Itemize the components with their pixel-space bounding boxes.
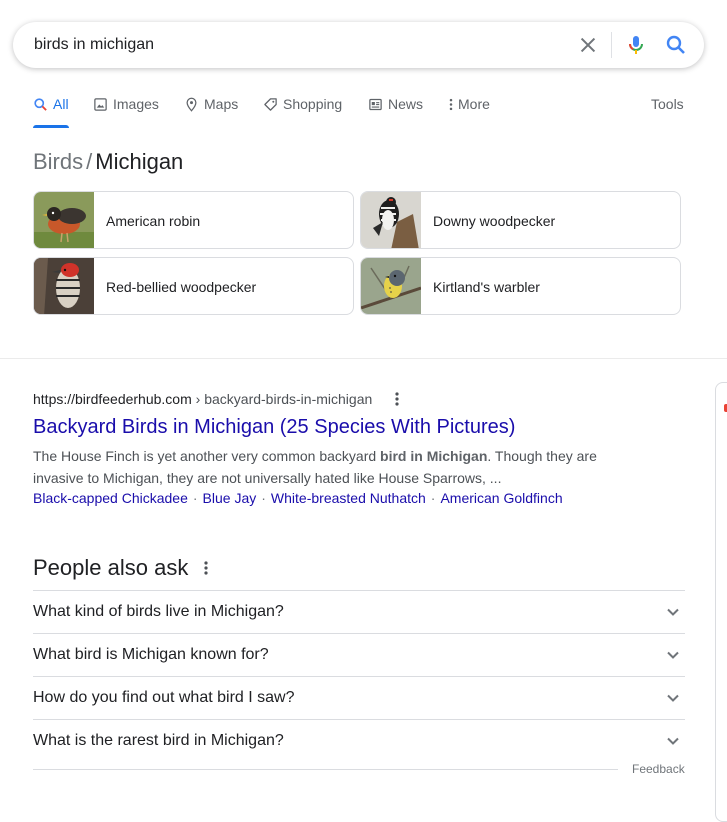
tools-button[interactable]: Tools — [651, 96, 684, 112]
tab-more[interactable]: More — [448, 96, 490, 112]
vertical-dots-icon[interactable] — [390, 390, 404, 408]
chevron-down-icon — [667, 608, 679, 616]
sitelink-separator: · — [430, 490, 436, 506]
red-bellied-woodpecker-thumbnail — [34, 258, 94, 314]
breadcrumb: Birds / Michigan — [33, 149, 183, 175]
result-title-link[interactable]: Backyard Birds in Michigan (25 Species W… — [33, 416, 515, 439]
clear-icon[interactable] — [577, 34, 599, 56]
result-url[interactable]: https://birdfeederhub.com › backyard-bir… — [33, 391, 372, 407]
search-separator — [611, 32, 612, 58]
side-panel — [715, 382, 727, 822]
american-robin-thumbnail — [34, 192, 94, 248]
question-item[interactable]: What is the rarest bird in Michigan? — [33, 719, 685, 762]
question-item[interactable]: What kind of birds live in Michigan? — [33, 590, 685, 633]
bird-card-label: Downy woodpecker — [433, 213, 556, 229]
search-input[interactable]: birds in michigan — [34, 36, 154, 54]
search-tabs: All Images Maps Shopping News More Tools — [0, 90, 727, 130]
sitelink[interactable]: Black-capped Chickadee — [33, 490, 188, 506]
bird-card-kirtlands-warbler[interactable]: Kirtland's warbler — [360, 257, 681, 315]
snippet-highlight: bird in Michigan — [380, 448, 488, 464]
people-also-ask-divider — [33, 769, 618, 770]
tab-label: Shopping — [283, 96, 343, 112]
result-url-host: https://birdfeederhub.com — [33, 391, 192, 407]
news-icon — [369, 98, 382, 110]
tab-images[interactable]: Images — [93, 96, 159, 112]
kirtlands-warbler-thumbnail — [361, 258, 421, 314]
map-pin-icon — [186, 97, 197, 112]
people-also-ask-list: What kind of birds live in Michigan? Wha… — [33, 590, 685, 762]
sitelink-separator: · — [261, 490, 266, 506]
question-item[interactable]: How do you find out what bird I saw? — [33, 676, 685, 719]
chevron-down-icon — [667, 737, 679, 745]
bird-card-label: American robin — [106, 213, 201, 229]
image-icon — [94, 97, 107, 111]
tab-maps[interactable]: Maps — [184, 96, 238, 112]
question-text: What kind of birds live in Michigan? — [33, 603, 284, 620]
search-icon[interactable] — [664, 33, 688, 57]
question-text: How do you find out what bird I saw? — [33, 689, 295, 706]
tab-all[interactable]: All — [33, 96, 69, 112]
bird-card-label: Red-bellied woodpecker — [106, 279, 257, 295]
tools-label: Tools — [651, 96, 684, 112]
bird-card-american-robin[interactable]: American robin — [33, 191, 354, 249]
breadcrumb-parent[interactable]: Birds — [33, 149, 83, 174]
chevron-down-icon — [667, 694, 679, 702]
breadcrumb-separator: / — [86, 149, 93, 174]
chevron-down-icon — [667, 651, 679, 659]
search-icon — [34, 97, 47, 111]
sitelink[interactable]: Blue Jay — [203, 490, 257, 506]
sitelinks: Black-capped Chickadee · Blue Jay · White-br… — [33, 490, 563, 506]
tab-label: All — [53, 96, 69, 112]
question-item[interactable]: What bird is Michigan known for? — [33, 633, 685, 676]
active-tab-indicator — [33, 125, 69, 128]
bird-card-red-bellied-woodpecker[interactable]: Red-bellied woodpecker — [33, 257, 354, 315]
bird-card-label: Kirtland's warbler — [433, 279, 540, 295]
result-snippet: The House Finch is yet another very comm… — [33, 445, 613, 489]
tab-label: News — [388, 96, 424, 112]
tab-news[interactable]: News — [368, 96, 423, 112]
vertical-dots-icon — [449, 98, 453, 110]
microphone-icon[interactable] — [624, 33, 648, 57]
section-divider — [0, 358, 727, 359]
vertical-dots-icon[interactable] — [199, 559, 213, 577]
snippet-text: The House Finch is yet another very comm… — [33, 448, 381, 464]
result-url-path: › backyard-birds-in-michigan — [191, 391, 373, 407]
tag-icon — [264, 97, 277, 111]
search-bar[interactable]: birds in michigan — [13, 22, 704, 68]
downy-woodpecker-thumbnail — [361, 192, 421, 248]
tab-label: Maps — [204, 96, 239, 112]
tab-shopping[interactable]: Shopping — [263, 96, 342, 112]
sitelink[interactable]: White-breasted Nuthatch — [271, 490, 426, 506]
question-text: What is the rarest bird in Michigan? — [33, 732, 284, 749]
feedback-link[interactable]: Feedback — [632, 762, 685, 776]
sitelink-separator: · — [192, 490, 198, 506]
people-also-ask-title: People also ask — [33, 555, 189, 580]
sitelink[interactable]: American Goldfinch — [440, 490, 562, 506]
tab-label: Images — [113, 96, 159, 112]
bird-card-downy-woodpecker[interactable]: Downy woodpecker — [360, 191, 681, 249]
breadcrumb-current: Michigan — [95, 149, 184, 174]
question-text: What bird is Michigan known for? — [33, 646, 269, 663]
tab-label: More — [458, 96, 490, 112]
